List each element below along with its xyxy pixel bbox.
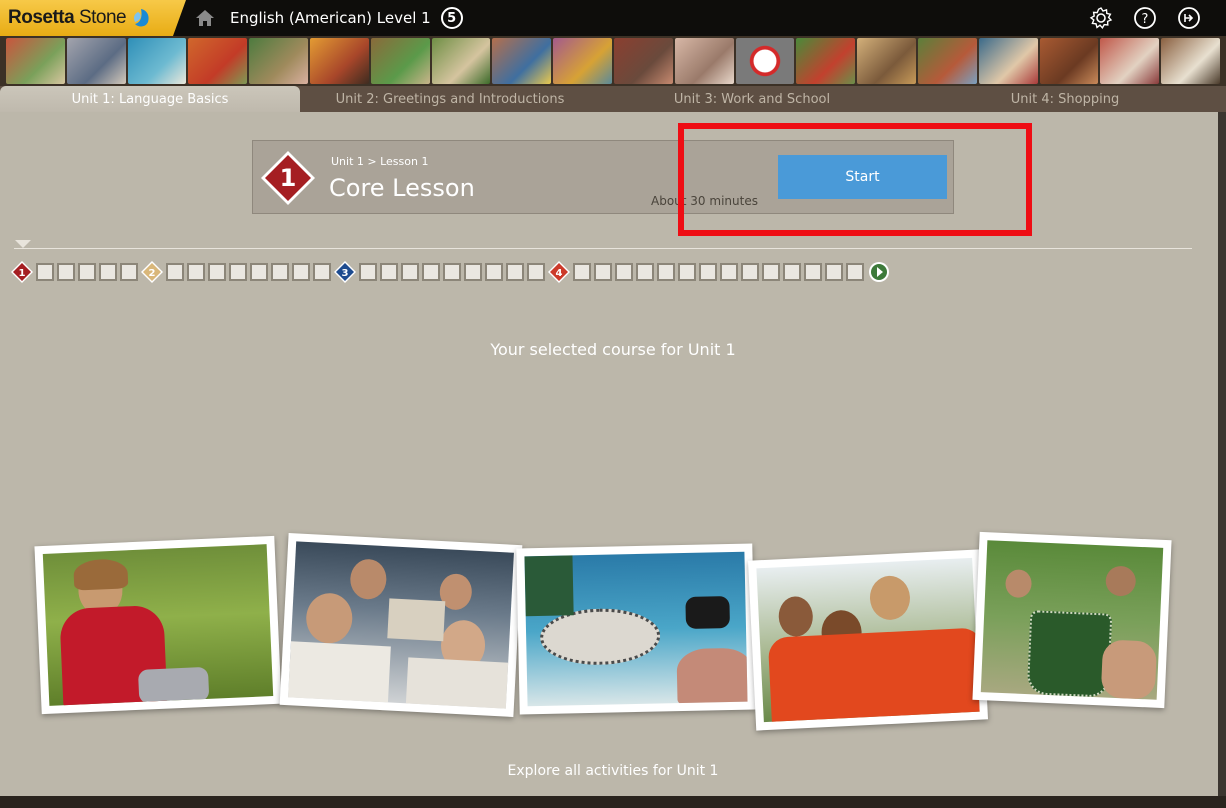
explore-activities-caption[interactable]: Explore all activities for Unit 1 <box>0 763 1226 779</box>
activity-box[interactable] <box>720 263 738 281</box>
course-title: English (American) Level 1 <box>230 9 431 27</box>
activity-box[interactable] <box>464 263 482 281</box>
activity-photo-camping-cup[interactable] <box>972 531 1172 709</box>
rosetta-stone-logo: Rosetta Stone <box>0 0 186 36</box>
svg-text:?: ? <box>1142 12 1149 27</box>
svg-text:4: 4 <box>556 268 563 279</box>
activity-photo-people-reading-newspapers[interactable] <box>279 532 523 718</box>
activity-box[interactable] <box>527 263 545 281</box>
bottom-bar <box>0 796 1226 808</box>
activity-box[interactable] <box>443 263 461 281</box>
activity-box[interactable] <box>485 263 503 281</box>
activity-photo-diver-with-fish[interactable] <box>516 543 756 715</box>
lesson-marker-3[interactable]: 3 <box>334 261 356 283</box>
track-divider <box>14 248 1192 249</box>
unit-photo <box>857 38 916 84</box>
unit-photo <box>6 38 65 84</box>
unit-photo <box>1100 38 1160 84</box>
window-edge <box>1218 112 1226 796</box>
activity-box[interactable] <box>187 263 205 281</box>
unit-photo <box>978 38 1038 84</box>
unit-photo <box>492 38 552 84</box>
exit-icon[interactable] <box>1176 5 1202 31</box>
unit-photo-strip <box>0 36 1226 86</box>
activity-box[interactable] <box>99 263 117 281</box>
svg-text:1: 1 <box>19 268 26 279</box>
settings-gear-icon[interactable] <box>1088 5 1114 31</box>
activity-box[interactable] <box>401 263 419 281</box>
unit-photo <box>431 38 491 84</box>
svg-text:3: 3 <box>342 268 349 279</box>
activity-box[interactable] <box>380 263 398 281</box>
activity-box[interactable] <box>741 263 759 281</box>
lesson-title: Core Lesson <box>329 174 475 202</box>
unit-photo <box>613 38 673 84</box>
unit-photo <box>796 38 856 84</box>
activity-photo-girl-on-grass[interactable] <box>34 535 282 715</box>
activity-box[interactable] <box>783 263 801 281</box>
activity-box[interactable] <box>292 263 310 281</box>
unit-photo <box>370 38 430 84</box>
selected-course-caption: Your selected course for Unit 1 <box>490 340 736 359</box>
unit-photo <box>1161 38 1220 84</box>
activity-box[interactable] <box>657 263 675 281</box>
level-badge[interactable]: 5 <box>440 7 463 29</box>
svg-text:1: 1 <box>280 164 297 192</box>
home-icon[interactable] <box>194 7 216 29</box>
activity-box[interactable] <box>594 263 612 281</box>
lesson-number-diamond: 1 <box>261 151 315 205</box>
unit-photo <box>1039 38 1099 84</box>
activity-box[interactable] <box>229 263 247 281</box>
logo-mark-icon <box>134 9 149 27</box>
speed-sign-photo <box>735 38 795 84</box>
activity-box[interactable] <box>825 263 843 281</box>
activity-box[interactable] <box>615 263 633 281</box>
unit-photo <box>188 38 248 84</box>
tab-unit-4[interactable]: Unit 4: Shopping <box>904 86 1226 112</box>
unit-photo <box>553 38 612 84</box>
logo-text: Rosetta Stone <box>8 7 127 28</box>
lesson-marker-4[interactable]: 4 <box>548 261 570 283</box>
activity-box[interactable] <box>359 263 377 281</box>
activity-box[interactable] <box>846 263 864 281</box>
lesson-marker-2[interactable]: 2 <box>141 261 163 283</box>
activity-box[interactable] <box>313 263 331 281</box>
unit-photo <box>917 38 977 84</box>
activity-box[interactable] <box>36 263 54 281</box>
unit-photo <box>66 38 126 84</box>
unit-photo <box>309 38 369 84</box>
activity-box[interactable] <box>506 263 524 281</box>
tab-unit-1[interactable]: Unit 1: Language Basics <box>0 86 300 112</box>
help-icon[interactable]: ? <box>1132 5 1158 31</box>
lesson-breadcrumb: Unit 1 > Lesson 1 <box>331 155 429 168</box>
activity-box[interactable] <box>250 263 268 281</box>
top-bar: Rosetta Stone English (American) Level 1… <box>0 0 1226 36</box>
activity-box[interactable] <box>636 263 654 281</box>
lesson-progress-track: 1 2 3 4 <box>11 261 1197 283</box>
unit-photo <box>249 38 308 84</box>
top-right-icons: ? <box>1088 5 1202 31</box>
activity-box[interactable] <box>271 263 289 281</box>
red-highlight-box <box>678 123 1032 236</box>
activity-box[interactable] <box>573 263 591 281</box>
activity-box[interactable] <box>120 263 138 281</box>
activity-box[interactable] <box>762 263 780 281</box>
activity-photo-smiling-group[interactable] <box>747 549 989 731</box>
svg-text:2: 2 <box>149 268 156 279</box>
activity-box[interactable] <box>804 263 822 281</box>
activity-box[interactable] <box>678 263 696 281</box>
activity-box[interactable] <box>208 263 226 281</box>
activity-box[interactable] <box>699 263 717 281</box>
activity-box[interactable] <box>57 263 75 281</box>
unit-tabs: Unit 1: Language Basics Unit 2: Greeting… <box>0 86 1226 112</box>
tab-unit-3[interactable]: Unit 3: Work and School <box>600 86 904 112</box>
unit-photo <box>127 38 187 84</box>
lesson-marker-1[interactable]: 1 <box>11 261 33 283</box>
activity-box[interactable] <box>78 263 96 281</box>
activity-box[interactable] <box>166 263 184 281</box>
unit-photo <box>674 38 734 84</box>
tab-unit-2[interactable]: Unit 2: Greetings and Introductions <box>300 86 600 112</box>
activity-box[interactable] <box>422 263 440 281</box>
next-unit-arrow-icon[interactable] <box>868 261 890 283</box>
